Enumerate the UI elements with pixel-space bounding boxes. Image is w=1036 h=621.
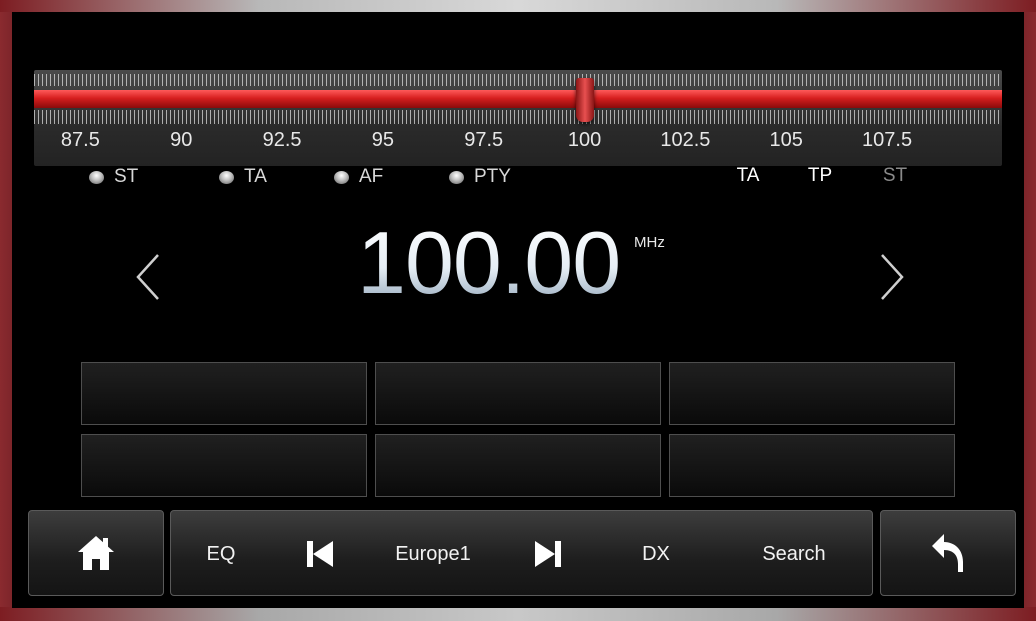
- indicator-label: AF: [359, 166, 384, 187]
- radio-screen: 87.5 90 92.5 95 97.5 100 102.5 105 107.5 ST TA A…: [12, 12, 1024, 608]
- status-tp: TP: [807, 165, 833, 186]
- home-button[interactable]: [28, 510, 164, 596]
- eq-button[interactable]: EQ: [207, 511, 236, 597]
- chevron-right-icon[interactable]: [870, 247, 910, 307]
- skip-previous-icon: [307, 541, 333, 567]
- dial-ticks-top: [34, 74, 1002, 86]
- frequency-display: 100.00: [357, 213, 621, 312]
- preset-button-3[interactable]: [669, 362, 955, 425]
- preset-button-1[interactable]: [81, 362, 367, 425]
- indicator-st: ST: [89, 166, 138, 188]
- status-ta: TA: [736, 165, 760, 186]
- frequency-unit: MHz: [634, 234, 665, 251]
- tuner-dial[interactable]: 87.5 90 92.5 95 97.5 100 102.5 105 107.5: [34, 70, 1002, 166]
- scale-label: 97.5: [464, 129, 504, 151]
- scale-label: 92.5: [262, 129, 302, 151]
- pty-led-icon: [449, 170, 464, 184]
- indicator-pty: PTY: [449, 166, 511, 188]
- bezel-bottom-edge: [0, 607, 1036, 621]
- af-led-icon: [334, 170, 349, 184]
- dial-ticks-bottom: [34, 110, 1002, 124]
- skip-next-icon: [535, 541, 561, 567]
- status-st: ST: [882, 165, 908, 186]
- next-button[interactable]: [533, 511, 563, 597]
- preset-button-5[interactable]: [375, 434, 661, 497]
- bezel-top-edge: [0, 0, 1036, 12]
- scale-label: 102.5: [660, 129, 711, 151]
- previous-button[interactable]: [305, 511, 335, 597]
- st-led-icon: [89, 170, 104, 184]
- scale-label: 90: [170, 129, 193, 151]
- preset-button-2[interactable]: [375, 362, 661, 425]
- indicator-ta: TA: [219, 166, 267, 188]
- search-button[interactable]: Search: [762, 511, 825, 597]
- control-bar: EQ Europe1 DX Search: [170, 510, 873, 596]
- tuning-bar: [34, 90, 1002, 108]
- indicator-label: ST: [114, 166, 139, 187]
- scale-label: 95: [371, 129, 394, 151]
- indicator-af: AF: [334, 166, 383, 188]
- indicator-label: PTY: [474, 166, 511, 187]
- dx-button[interactable]: DX: [642, 511, 670, 597]
- scale-label: 100: [567, 129, 602, 151]
- ta-led-icon: [219, 170, 234, 184]
- back-button[interactable]: [880, 510, 1016, 596]
- preset-button-6[interactable]: [669, 434, 955, 497]
- home-icon: [78, 536, 114, 570]
- scale-label: 87.5: [60, 129, 100, 151]
- scale-label: 107.5: [862, 129, 913, 151]
- station-name: Europe1: [395, 542, 471, 565]
- chevron-left-icon[interactable]: [130, 247, 170, 307]
- back-arrow-icon: [932, 534, 963, 572]
- indicator-label: TA: [244, 166, 267, 187]
- preset-button-4[interactable]: [81, 434, 367, 497]
- scale-label: 105: [769, 129, 803, 151]
- tuning-needle[interactable]: [575, 78, 594, 122]
